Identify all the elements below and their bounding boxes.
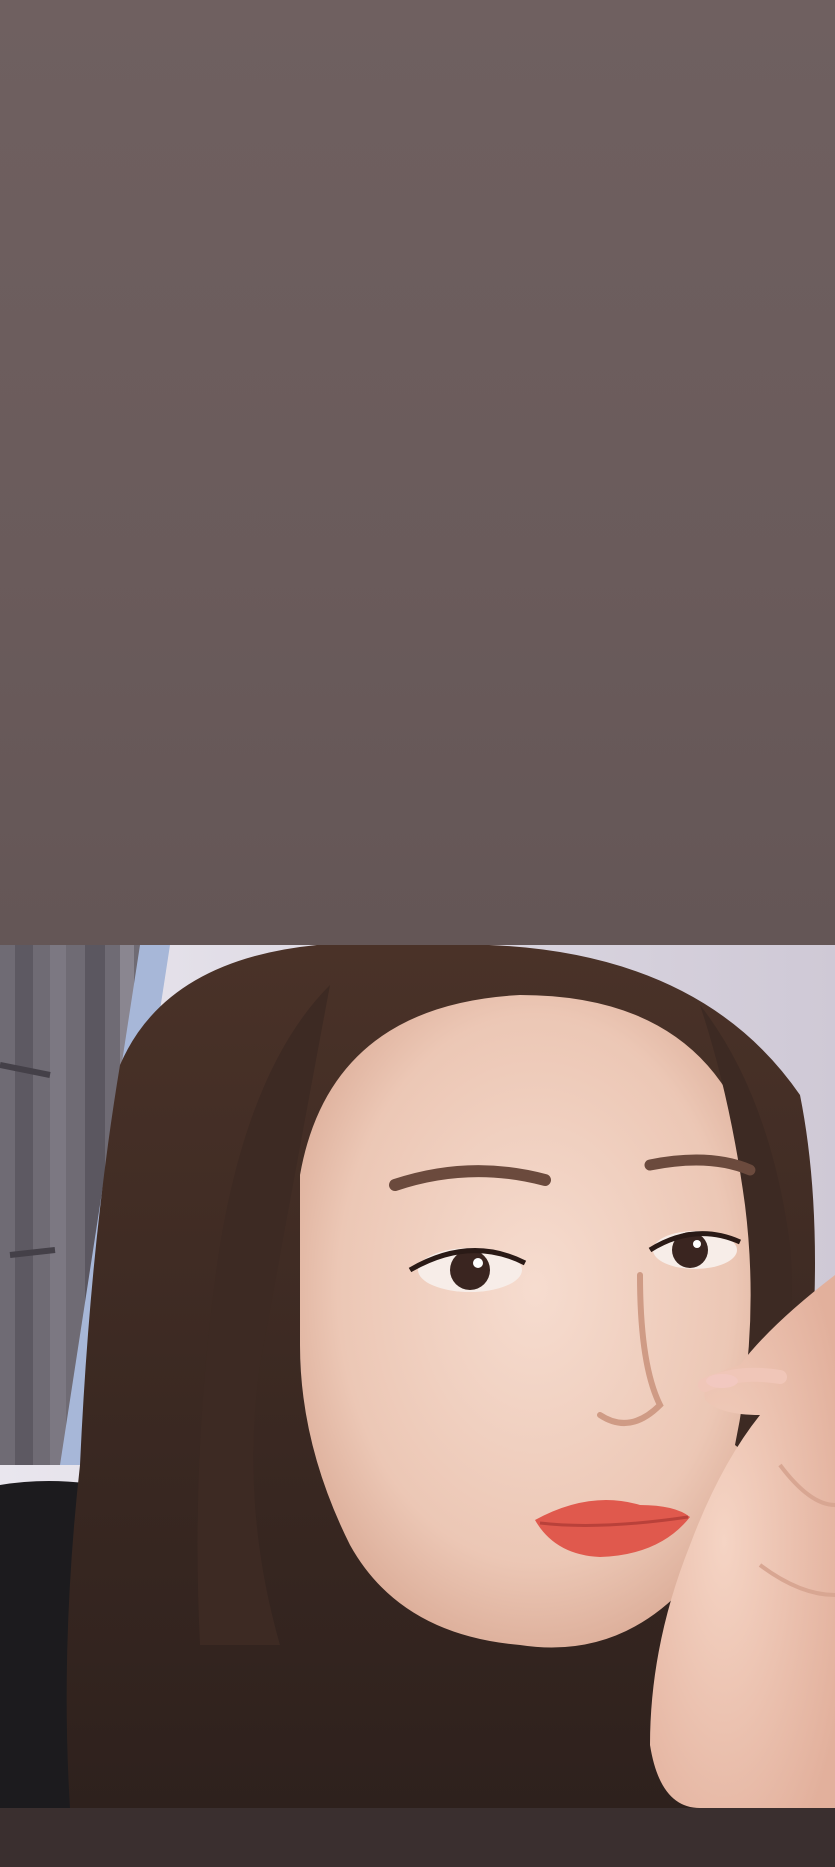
story-photo[interactable] bbox=[0, 945, 835, 1808]
story-background bbox=[0, 0, 835, 945]
story-bottom-bar bbox=[0, 1808, 835, 1867]
